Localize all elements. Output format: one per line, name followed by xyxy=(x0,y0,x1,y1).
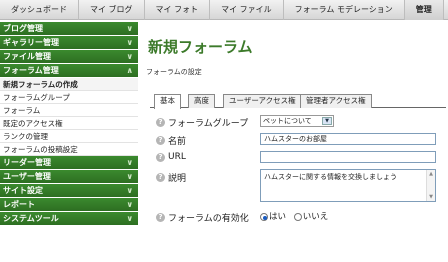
top-navigation: ダッシュボード マイ ブログ マイ フォト マイ ファイル フォーラム モデレー… xyxy=(0,0,448,20)
description-label: 説明 xyxy=(168,174,187,184)
sidebar-section-label: ギャラリー管理 xyxy=(3,38,59,47)
sidebar-item-new-forum[interactable]: 新規フォーラムの作成 xyxy=(0,78,138,91)
sidebar-item-post-settings[interactable]: フォーラムの投稿設定 xyxy=(0,143,138,156)
chevron-down-icon: ∨ xyxy=(126,172,134,181)
tab-dashboard[interactable]: ダッシュボード xyxy=(0,0,79,20)
sidebar-section-label: ブログ管理 xyxy=(3,24,43,33)
question-icon[interactable]: ? xyxy=(156,118,165,127)
enabled-no-label[interactable]: いいえ xyxy=(303,212,329,222)
page-subtitle: フォーラムの設定 xyxy=(146,68,202,76)
forum-description-textarea[interactable]: ハムスターに関する情報を交換しましょう ▲ ▼ xyxy=(260,169,436,202)
chevron-down-icon: ∨ xyxy=(126,24,134,33)
enabled-radio-group: はい いいえ xyxy=(260,210,328,222)
tab-my-file[interactable]: マイ ファイル xyxy=(210,0,284,20)
forum-url-input[interactable] xyxy=(260,151,436,163)
sidebar-item-forum-groups[interactable]: フォーラムグループ xyxy=(0,91,138,104)
chevron-down-icon: ∨ xyxy=(126,158,134,167)
sidebar-item-forums[interactable]: フォーラム xyxy=(0,104,138,117)
forum-group-value: ペットについて xyxy=(263,117,312,125)
tab-basic[interactable]: 基本 xyxy=(154,94,181,109)
sidebar-section-label: リーダー管理 xyxy=(3,158,51,167)
scroll-track xyxy=(427,178,435,193)
scroll-down-icon[interactable]: ▼ xyxy=(427,193,435,201)
app-window: ダッシュボード マイ ブログ マイ フォト マイ ファイル フォーラム モデレー… xyxy=(0,0,448,262)
sidebar-section-label: ファイル管理 xyxy=(3,52,51,61)
main-content: 新規フォーラム フォーラムの設定 基本 高度 ユーザーアクセス権 管理者アクセス… xyxy=(140,22,448,262)
sidebar-section-site-settings[interactable]: サイト設定 ∨ xyxy=(0,184,138,198)
chevron-down-icon: ∨ xyxy=(126,38,134,47)
chevron-down-icon: ∨ xyxy=(126,186,134,195)
sidebar-section-label: ユーザー管理 xyxy=(3,172,51,181)
enabled-label: フォーラムの有効化 xyxy=(168,214,249,224)
sidebar-section-forum[interactable]: フォーラム管理 ∧ xyxy=(0,64,138,78)
enabled-yes-radio[interactable] xyxy=(260,212,268,221)
tab-user-permissions[interactable]: ユーザーアクセス権 xyxy=(223,94,302,108)
sidebar-item-default-permissions[interactable]: 既定のアクセス権 xyxy=(0,117,138,130)
tab-advanced[interactable]: 高度 xyxy=(188,94,215,108)
tab-admin-permissions[interactable]: 管理者アクセス権 xyxy=(300,94,372,108)
chevron-up-icon: ∧ xyxy=(126,66,134,75)
group-label: フォーラムグループ xyxy=(168,119,249,129)
sidebar-section-label: システムツール xyxy=(3,214,59,223)
sidebar-section-files[interactable]: ファイル管理 ∨ xyxy=(0,50,138,64)
field-row-group: ? フォーラムグループ xyxy=(156,116,248,129)
url-label: URL xyxy=(168,152,186,162)
tab-my-blog[interactable]: マイ ブログ xyxy=(79,0,145,20)
forum-name-input[interactable]: ハムスターのお部屋 xyxy=(260,133,436,145)
field-row-name: ? 名前 xyxy=(156,134,186,147)
scroll-up-icon[interactable]: ▲ xyxy=(427,170,435,178)
topnav-filler xyxy=(444,0,448,19)
tab-admin[interactable]: 管理 xyxy=(404,0,444,20)
question-icon[interactable]: ? xyxy=(156,173,165,182)
tab-forum-moderation[interactable]: フォーラム モデレーション xyxy=(284,0,405,20)
field-row-url: ? URL xyxy=(156,152,186,163)
question-icon[interactable]: ? xyxy=(156,136,165,145)
question-icon[interactable]: ? xyxy=(156,213,165,222)
admin-sidebar: ブログ管理 ∨ ギャラリー管理 ∨ ファイル管理 ∨ フォーラム管理 ∧ 新規フォーラム… xyxy=(0,22,138,262)
chevron-down-icon: ∨ xyxy=(126,214,134,223)
page-title: 新規フォーラム xyxy=(148,38,253,56)
sidebar-section-users[interactable]: ユーザー管理 ∨ xyxy=(0,170,138,184)
tab-my-photo[interactable]: マイ フォト xyxy=(145,0,211,20)
sidebar-section-label: サイト設定 xyxy=(3,186,43,195)
enabled-yes-label[interactable]: はい xyxy=(269,212,286,222)
forum-group-select[interactable]: ペットについて ▼ xyxy=(260,115,334,127)
sidebar-section-label: レポート xyxy=(3,200,35,209)
field-row-enabled: ? フォーラムの有効化 xyxy=(156,211,249,224)
enabled-no-radio[interactable] xyxy=(293,212,302,221)
sidebar-section-gallery[interactable]: ギャラリー管理 ∨ xyxy=(0,36,138,50)
field-row-description: ? 説明 xyxy=(156,171,186,184)
sidebar-section-system-tools[interactable]: システムツール ∨ xyxy=(0,212,138,226)
form-tabs: 基本 高度 ユーザーアクセス権 管理者アクセス権 xyxy=(150,94,446,109)
chevron-down-icon: ∨ xyxy=(126,52,134,61)
sidebar-section-reports[interactable]: レポート ∨ xyxy=(0,198,138,212)
sidebar-item-ranks[interactable]: ランクの管理 xyxy=(0,130,138,143)
sidebar-section-blog[interactable]: ブログ管理 ∨ xyxy=(0,22,138,36)
description-value: ハムスターに関する情報を交換しましょう xyxy=(264,173,397,181)
chevron-down-icon: ∨ xyxy=(126,200,134,209)
textarea-scrollbar[interactable]: ▲ ▼ xyxy=(426,170,435,201)
name-label: 名前 xyxy=(168,137,187,147)
question-icon[interactable]: ? xyxy=(156,152,165,162)
sidebar-section-label: フォーラム管理 xyxy=(3,66,59,75)
sidebar-section-reader[interactable]: リーダー管理 ∨ xyxy=(0,156,138,170)
chevron-down-icon[interactable]: ▼ xyxy=(322,117,332,125)
